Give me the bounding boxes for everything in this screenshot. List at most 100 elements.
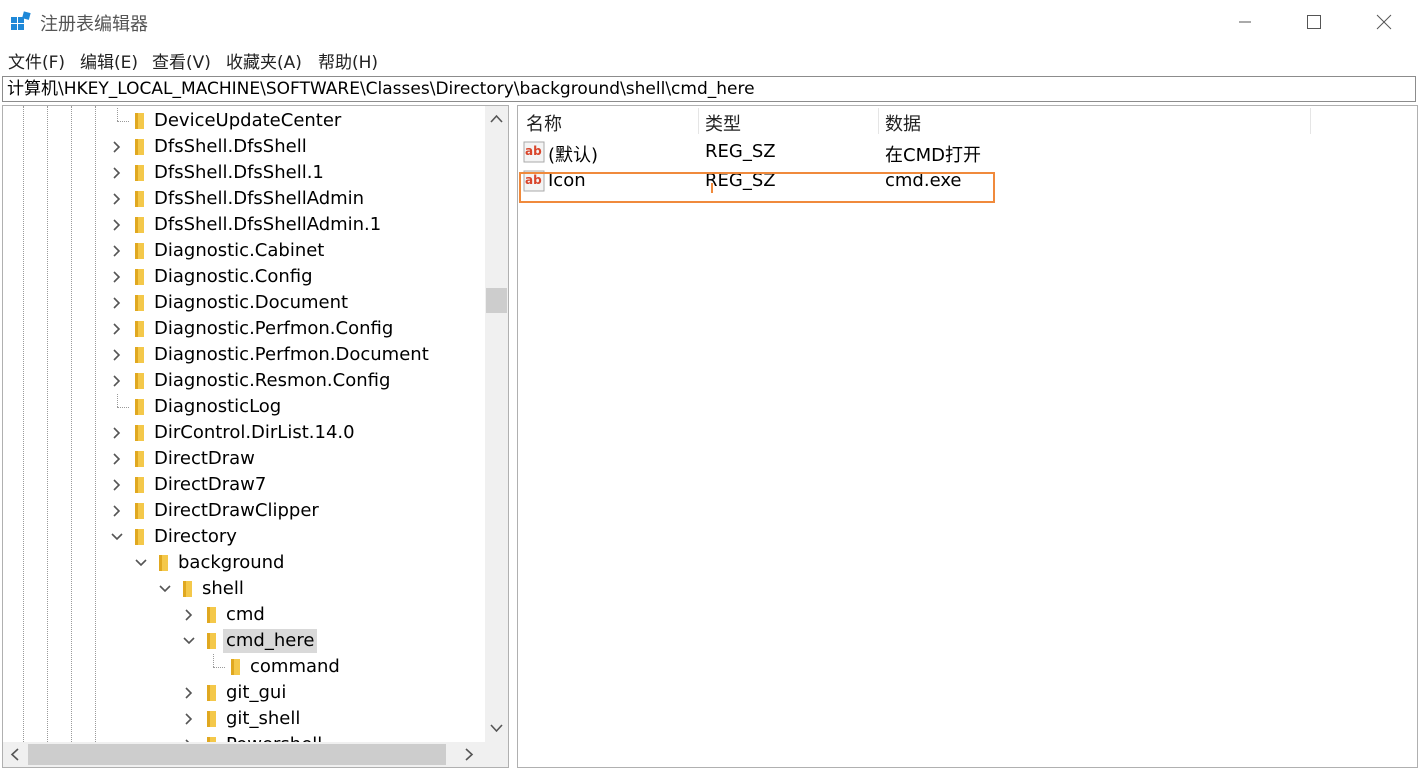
tree-item[interactable]: DfsShell.DfsShell	[3, 134, 485, 160]
tree-item-label[interactable]: DirControl.DirList.14.0	[151, 421, 358, 445]
menu-view[interactable]: 查看(V)	[152, 48, 211, 73]
horizontal-scroll-thumb[interactable]	[28, 744, 446, 765]
tree-item[interactable]: Diagnostic.Perfmon.Config	[3, 316, 485, 342]
tree-item-label[interactable]: DirectDraw	[151, 447, 258, 471]
tree-item[interactable]: Powershell	[3, 732, 485, 742]
tree-item-label[interactable]: Diagnostic.Resmon.Config	[151, 369, 393, 393]
address-bar[interactable]: 计算机\HKEY_LOCAL_MACHINE\SOFTWARE\Classes\…	[2, 76, 1416, 102]
close-button[interactable]	[1349, 0, 1419, 44]
scroll-down-icon[interactable]	[490, 723, 503, 733]
chevron-right-icon[interactable]	[109, 294, 125, 312]
tree-item[interactable]: DirectDraw	[3, 446, 485, 472]
tree-item[interactable]: cmd	[3, 602, 485, 628]
key-tree[interactable]: DeviceUpdateCenter DfsShell.DfsShell DfsSh…	[3, 106, 485, 742]
chevron-right-icon[interactable]	[181, 684, 197, 702]
tree-item-label[interactable]: git_gui	[223, 681, 289, 705]
tree-item-label[interactable]: DfsShell.DfsShell.1	[151, 161, 327, 185]
tree-item[interactable]: Diagnostic.Cabinet	[3, 238, 485, 264]
tree-item[interactable]: DfsShell.DfsShellAdmin.1	[3, 212, 485, 238]
chevron-right-icon[interactable]	[109, 320, 125, 338]
tree-item[interactable]: DeviceUpdateCenter	[3, 108, 485, 134]
tree-item-label[interactable]: Diagnostic.Config	[151, 265, 316, 289]
tree-item-label[interactable]: DiagnosticLog	[151, 395, 284, 419]
tree-item-label[interactable]: command	[247, 655, 343, 679]
tree-item-label[interactable]: DeviceUpdateCenter	[151, 109, 344, 133]
tree-item[interactable]: Diagnostic.Resmon.Config	[3, 368, 485, 394]
tree-item[interactable]: shell	[3, 576, 485, 602]
value-row[interactable]: ab (默认) REG_SZ 在CMD打开	[518, 139, 1417, 167]
chevron-down-icon[interactable]	[181, 632, 197, 650]
tree-item[interactable]: DirectDrawClipper	[3, 498, 485, 524]
chevron-right-icon[interactable]	[109, 242, 125, 260]
column-header-data[interactable]: 数据	[885, 110, 921, 136]
tree-item[interactable]: cmd_here	[3, 628, 485, 654]
tree-item-label[interactable]: DfsShell.DfsShellAdmin.1	[151, 213, 384, 237]
tree-item[interactable]: DirControl.DirList.14.0	[3, 420, 485, 446]
scroll-left-icon[interactable]	[10, 748, 20, 761]
tree-item[interactable]: Diagnostic.Config	[3, 264, 485, 290]
folder-icon	[135, 399, 144, 415]
tree-item[interactable]: Directory	[3, 524, 485, 550]
tree-item[interactable]: background	[3, 550, 485, 576]
chevron-right-icon[interactable]	[109, 502, 125, 520]
chevron-down-icon[interactable]	[157, 580, 173, 598]
tree-horizontal-scrollbar[interactable]	[3, 742, 485, 767]
tree-item-label[interactable]: cmd	[223, 603, 268, 627]
tree-item[interactable]: git_shell	[3, 706, 485, 732]
menu-edit[interactable]: 编辑(E)	[80, 48, 138, 73]
column-divider[interactable]	[1310, 108, 1311, 134]
menu-favorites[interactable]: 收藏夹(A)	[226, 48, 302, 73]
tree-item-label[interactable]: Diagnostic.Perfmon.Document	[151, 343, 432, 367]
chevron-right-icon[interactable]	[109, 190, 125, 208]
chevron-right-icon[interactable]	[109, 450, 125, 468]
chevron-right-icon[interactable]	[109, 138, 125, 156]
chevron-down-icon[interactable]	[109, 528, 125, 546]
chevron-right-icon[interactable]	[181, 606, 197, 624]
chevron-right-icon[interactable]	[109, 216, 125, 234]
minimize-button[interactable]	[1210, 0, 1280, 44]
tree-item-label[interactable]: background	[175, 551, 287, 575]
tree-item-label[interactable]: Directory	[151, 525, 240, 549]
vertical-scroll-thumb[interactable]	[486, 288, 507, 313]
maximize-button[interactable]	[1279, 0, 1349, 44]
tree-item-label[interactable]: cmd_here	[223, 629, 318, 653]
tree-item-label[interactable]: shell	[199, 577, 247, 601]
chevron-right-icon[interactable]	[109, 164, 125, 182]
chevron-right-icon[interactable]	[109, 268, 125, 286]
chevron-right-icon[interactable]	[109, 476, 125, 494]
highlight-annotation	[519, 172, 995, 203]
tree-item-label[interactable]: Diagnostic.Document	[151, 291, 351, 315]
tree-item-label[interactable]: Diagnostic.Perfmon.Config	[151, 317, 396, 341]
tree-item-label[interactable]: DirectDraw7	[151, 473, 269, 497]
tree-item[interactable]: command	[3, 654, 485, 680]
column-divider[interactable]	[698, 108, 699, 134]
column-header-type[interactable]: 类型	[705, 110, 741, 136]
tree-item[interactable]: DfsShell.DfsShellAdmin	[3, 186, 485, 212]
tree-item[interactable]: DfsShell.DfsShell.1	[3, 160, 485, 186]
chevron-right-icon[interactable]	[109, 424, 125, 442]
chevron-right-icon[interactable]	[109, 346, 125, 364]
column-header-name[interactable]: 名称	[526, 110, 562, 136]
menu-help[interactable]: 帮助(H)	[318, 48, 378, 73]
tree-item-label[interactable]: Powershell	[223, 733, 325, 742]
tree-item[interactable]: DirectDraw7	[3, 472, 485, 498]
svg-text:ab: ab	[525, 144, 542, 158]
scroll-right-icon[interactable]	[464, 748, 474, 761]
tree-item[interactable]: Diagnostic.Document	[3, 290, 485, 316]
tree-item[interactable]: git_gui	[3, 680, 485, 706]
tree-item-label[interactable]: Diagnostic.Cabinet	[151, 239, 327, 263]
tree-item-label[interactable]: DirectDrawClipper	[151, 499, 322, 523]
tree-item[interactable]: DiagnosticLog	[3, 394, 485, 420]
tree-item[interactable]: Diagnostic.Perfmon.Document	[3, 342, 485, 368]
column-divider[interactable]	[878, 108, 879, 134]
tree-item-label[interactable]: DfsShell.DfsShellAdmin	[151, 187, 367, 211]
menu-file[interactable]: 文件(F)	[8, 48, 65, 73]
tree-item-label[interactable]: DfsShell.DfsShell	[151, 135, 310, 159]
chevron-right-icon[interactable]	[181, 710, 197, 728]
maximize-icon	[1307, 15, 1321, 29]
tree-vertical-scrollbar[interactable]	[485, 106, 508, 742]
chevron-right-icon[interactable]	[109, 372, 125, 390]
chevron-down-icon[interactable]	[133, 554, 149, 572]
scroll-up-icon[interactable]	[490, 114, 503, 124]
tree-item-label[interactable]: git_shell	[223, 707, 303, 731]
